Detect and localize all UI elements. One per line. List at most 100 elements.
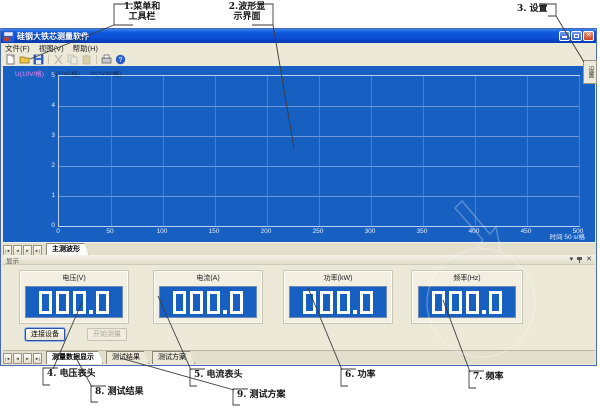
gridline [59,136,579,137]
y-tick-label: 5 [43,72,55,79]
segment-digit [320,291,333,314]
gridline [59,166,579,167]
annotation-3: 3. 设置 [517,4,548,14]
meters-panel: 电压(V) 电流(A) 功率(kW) 频率(Hz) 连接设备 开始测量 [3,265,595,350]
panel-header: 显示 ▾ ✕ [3,255,595,265]
y-tick-label: 0 [43,222,55,229]
segment-digit [489,291,502,314]
settings-side-tab[interactable]: 设置 [583,60,597,84]
segment-digit [56,291,69,314]
open-file-icon[interactable] [19,54,30,65]
gridline [59,196,579,197]
tab-measure-data-display[interactable]: 测量数据显示 [46,351,103,364]
gridline [423,76,424,226]
segment-digit [449,291,462,314]
new-file-icon[interactable] [5,54,16,65]
tab-test-plan[interactable]: 测试方案 [152,351,195,364]
svg-text:?: ? [119,57,123,64]
annotation-6: 6. 功率 [345,370,376,380]
menu-help[interactable]: 帮助(H) [73,43,98,54]
gridline [111,76,112,226]
connect-device-button[interactable]: 连接设备 [25,328,65,341]
current-meter-label: 电流(A) [154,273,262,283]
current-meter: 电流(A) [153,270,263,324]
maximize-button[interactable] [571,31,582,41]
menu-view[interactable]: 视图(V) [39,43,64,54]
y-tick-label: 1 [43,192,55,199]
segment-dot [89,310,93,314]
tab-nav-last-icon[interactable]: ►| [33,353,42,364]
close-button[interactable]: ✕ [583,31,594,41]
segment-dot [482,310,486,314]
seven-segment-display [25,286,123,318]
gridline [527,76,528,226]
segment-digit [73,291,86,314]
gridline [215,76,216,226]
save-file-icon[interactable] [33,54,44,65]
segment-digit [337,291,350,314]
waveform-tab-strip: |◄ ◄ ► ►| 主测波形 [3,242,595,256]
title-bar[interactable]: 硅钢大铁芯测量软件 ✕ [1,29,596,43]
voltage-meter-label: 电压(V) [20,273,128,283]
x-tick-label: 250 [313,228,324,235]
plot-area [58,75,580,227]
annotation-1: 1.菜单和工具栏 [116,2,168,22]
panel-close-icon[interactable]: ✕ [586,255,592,264]
tab-nav-next-icon[interactable]: ► [23,353,32,364]
frequency-meter-label: 频率(Hz) [412,273,522,283]
help-icon[interactable]: ? [115,54,126,65]
x-tick-label: 350 [417,228,428,235]
x-tick-label: 0 [56,228,60,235]
segment-digit [230,291,243,314]
segment-digit [39,291,52,314]
power-meter-label: 功率(kW) [284,273,392,283]
gridline [267,76,268,226]
segment-dot [223,310,227,314]
segment-digit [466,291,479,314]
voltage-meter: 电压(V) [19,270,129,324]
menu-file[interactable]: 文件(F) [5,43,30,54]
minimize-button[interactable] [559,31,570,41]
time-axis-label: 时间 50 s/格 [550,231,585,241]
y-tick-label: 4 [43,102,55,109]
screenshot-canvas: 硅钢大铁芯测量软件 ✕ 文件(F) 视图(V) 帮助(H) ? [0,0,600,410]
x-tick-label: 450 [521,228,532,235]
gridline [371,76,372,226]
start-measure-button[interactable]: 开始测量 [87,328,127,341]
panel-caption: 显示 [6,255,19,265]
waveform-chart: U(10V/格) I(10A/格) W(1kW/格) 543210 050100… [3,66,595,242]
segment-digit [303,291,316,314]
tab-test-result[interactable]: 测试结果 [106,351,149,364]
gridline [163,76,164,226]
app-icon [3,31,14,42]
app-window: 硅钢大铁芯测量软件 ✕ 文件(F) 视图(V) 帮助(H) ? [0,28,597,366]
paste-icon[interactable] [81,54,92,65]
tool-bar: ? [1,53,596,67]
segment-digit [207,291,220,314]
segment-digit [96,291,109,314]
gridline [579,76,580,226]
y-tick-label: 2 [43,162,55,169]
panel-dropdown-icon[interactable]: ▾ [570,255,574,264]
gridline [319,76,320,226]
tab-nav-first-icon[interactable]: |◄ [3,353,12,364]
x-tick-label: 150 [209,228,220,235]
annotation-8: 8. 测试结果 [95,387,144,397]
segment-digit [432,291,445,314]
cut-icon[interactable] [53,54,64,65]
segment-digit [360,291,373,314]
annotation-2: 2.波形显示界面 [223,2,271,22]
segment-digit [190,291,203,314]
seven-segment-display [418,286,516,318]
gridline [475,76,476,226]
copy-icon[interactable] [67,54,78,65]
annotation-7: 7. 频率 [473,372,504,382]
print-icon[interactable] [101,54,112,65]
tab-nav-prev-icon[interactable]: ◄ [13,353,22,364]
x-tick-label: 300 [365,228,376,235]
legend-voltage: U(10V/格) [15,68,44,78]
seven-segment-display [159,286,257,318]
segment-digit [173,291,186,314]
panel-pin-icon[interactable] [576,256,583,264]
gridline [59,106,579,107]
